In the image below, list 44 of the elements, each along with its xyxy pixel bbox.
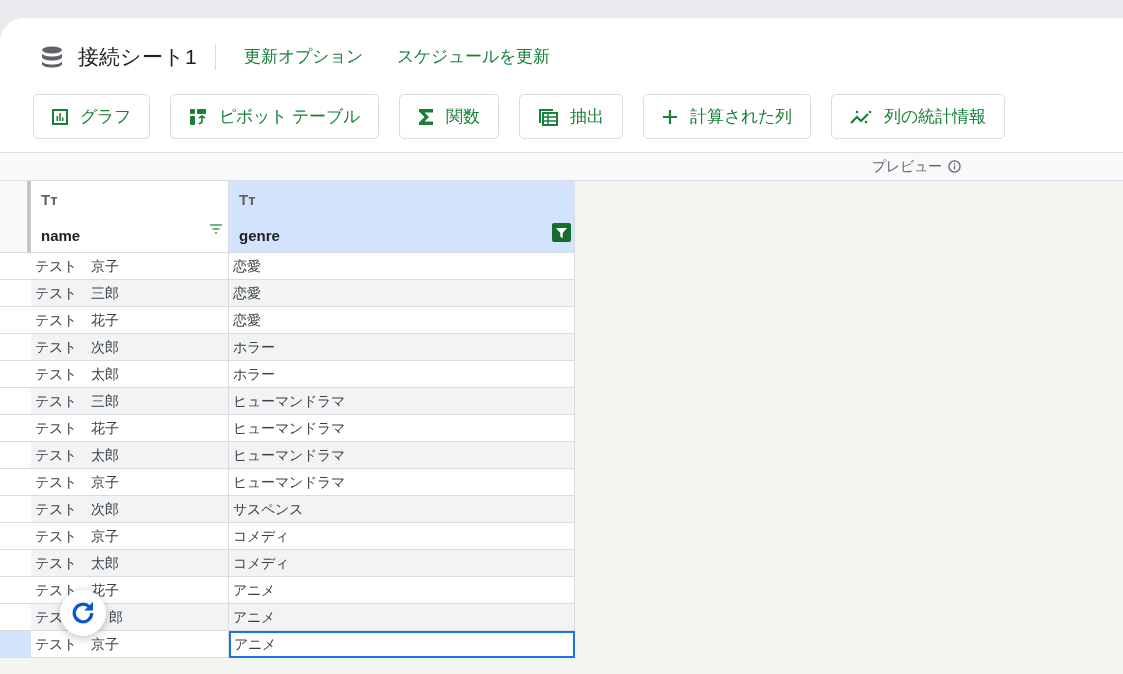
column-header[interactable]: Tт genre — [229, 181, 575, 253]
toolbar-button[interactable]: 関数 — [398, 94, 499, 139]
row-header[interactable] — [0, 280, 31, 307]
trend-sparkle-icon — [849, 108, 872, 125]
toolbar-button[interactable]: グラフ — [33, 94, 150, 139]
header-link[interactable]: 更新オプション — [243, 44, 363, 70]
sheet-title: 接続シート1 — [78, 44, 197, 71]
pivot-table-icon — [189, 107, 207, 126]
corner-header[interactable] — [0, 181, 31, 253]
toolbar-button[interactable]: 抽出 — [518, 94, 623, 139]
cell-text: 郎 — [109, 608, 123, 627]
row-header[interactable] — [0, 469, 31, 496]
row-header[interactable] — [0, 361, 31, 388]
cell-text: テス — [35, 608, 63, 627]
row-header[interactable] — [0, 334, 31, 361]
row-header[interactable] — [0, 253, 31, 280]
row-header[interactable] — [0, 631, 31, 658]
plus-icon — [661, 108, 678, 125]
toolbar-button[interactable]: 列の統計情報 — [830, 94, 1005, 139]
row-header[interactable] — [0, 496, 31, 523]
header-link[interactable]: スケジュールを更新 — [396, 44, 550, 70]
row-header[interactable] — [0, 388, 31, 415]
bar-chart-icon — [52, 108, 68, 125]
row-header[interactable] — [0, 442, 31, 469]
row-header[interactable] — [0, 415, 31, 442]
toolbar-button[interactable]: ピボット テーブル — [170, 94, 379, 139]
row-header[interactable] — [0, 604, 31, 631]
row-header[interactable] — [0, 523, 31, 550]
database-icon — [40, 45, 64, 69]
preview-label: プレビュー — [872, 157, 942, 176]
type-icon: Tт — [239, 189, 256, 212]
table-icon — [537, 107, 558, 126]
column-name: name — [41, 226, 81, 246]
toolbar-button[interactable]: 計算された列 — [642, 94, 811, 139]
filter-icon[interactable] — [552, 223, 571, 242]
type-icon: Tт — [41, 189, 58, 212]
column-header[interactable]: Tт name — [31, 181, 229, 253]
table-cell[interactable]: アニメ — [229, 631, 575, 658]
sigma-icon — [417, 107, 434, 126]
row-header[interactable] — [0, 550, 31, 577]
row-header[interactable] — [0, 307, 31, 334]
info-icon[interactable] — [948, 160, 961, 173]
row-header[interactable] — [0, 577, 31, 604]
column-name: genre — [239, 226, 280, 246]
